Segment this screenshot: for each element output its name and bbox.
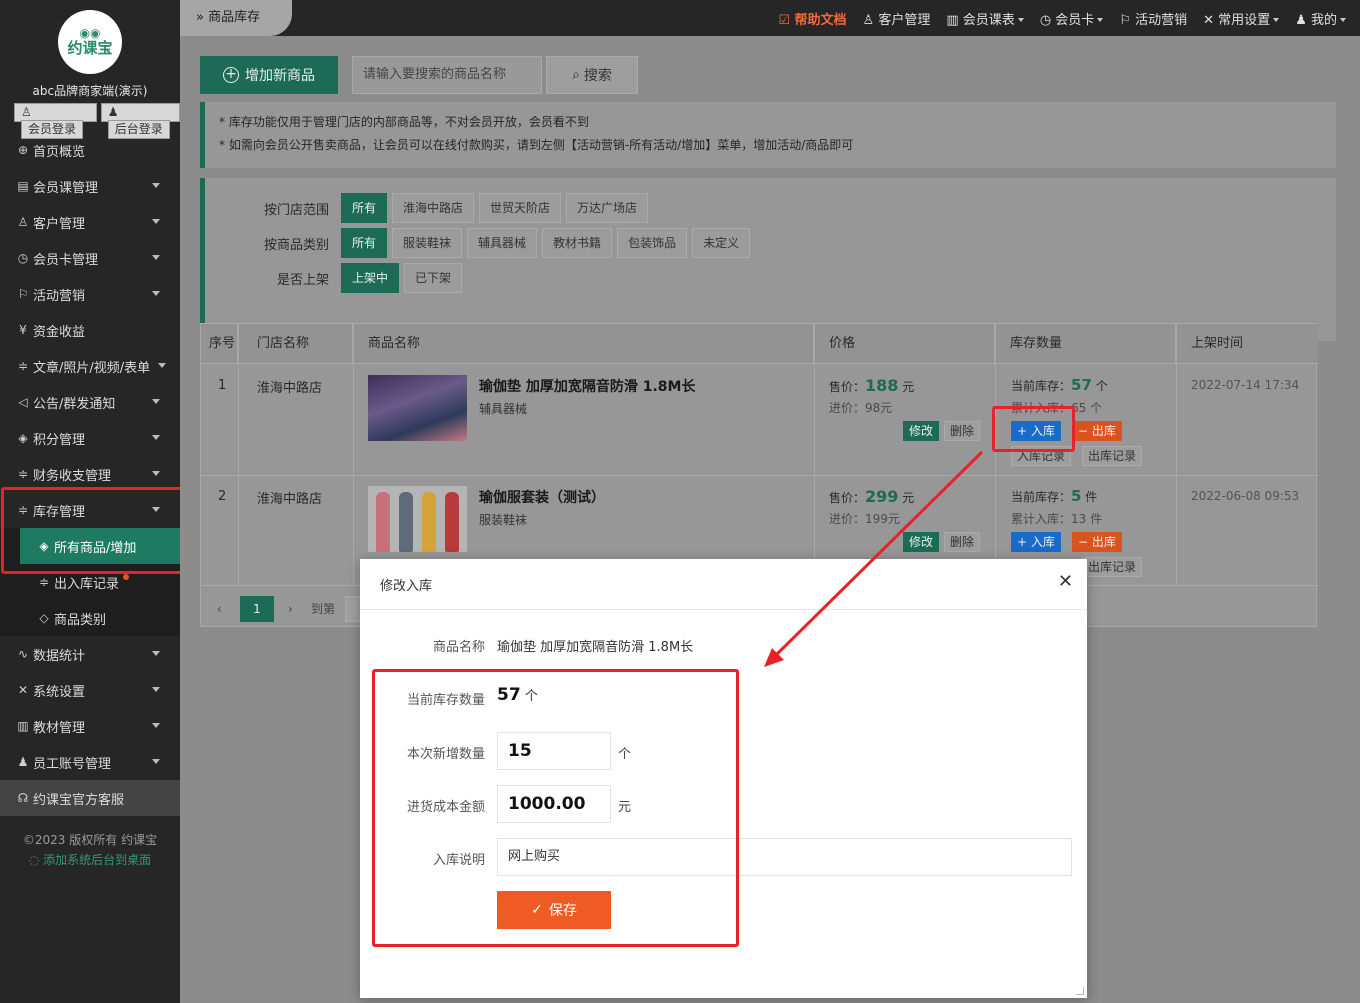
arrow-shaft xyxy=(773,450,984,658)
annotation-arrow xyxy=(764,450,984,667)
